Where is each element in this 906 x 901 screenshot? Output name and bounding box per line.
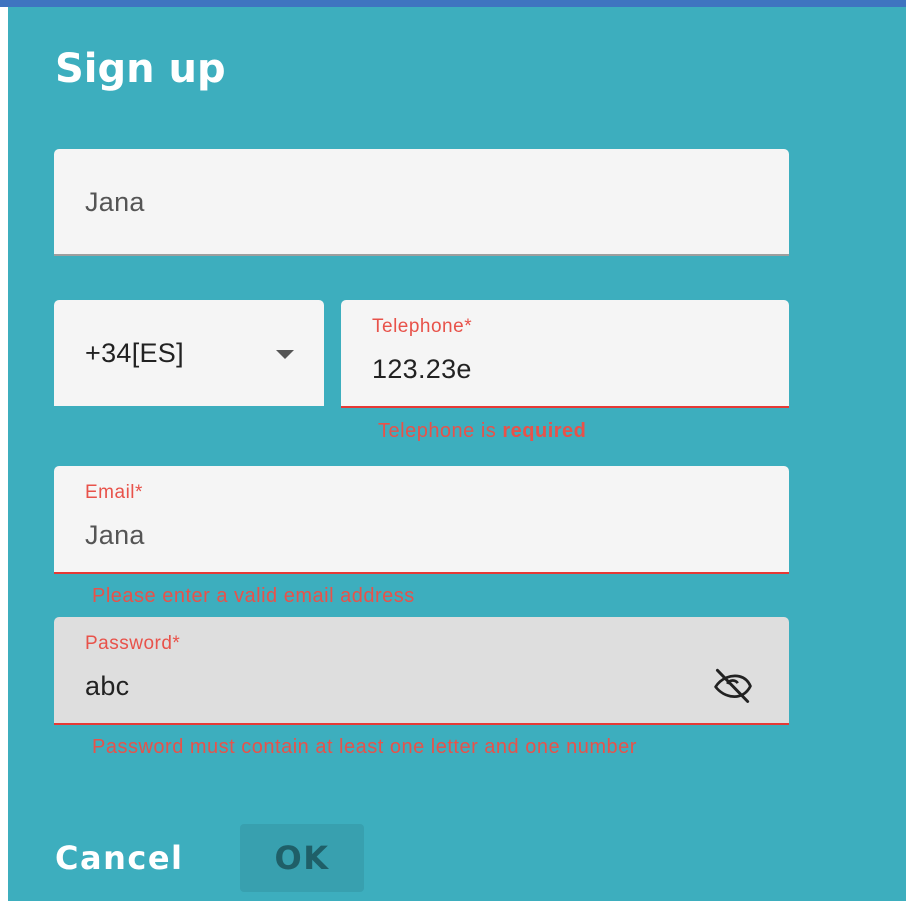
email-value: Jana: [85, 520, 145, 550]
country-code-select[interactable]: +34[ES]: [54, 300, 324, 406]
telephone-value: 123.23e: [372, 354, 472, 384]
email-label: Email*: [85, 482, 143, 503]
email-error: Please enter a valid email address: [92, 585, 415, 607]
email-field[interactable]: Email* Jana: [54, 466, 789, 574]
telephone-error-emphasis: required: [502, 420, 587, 442]
password-field[interactable]: Password* abc: [54, 617, 789, 725]
name-field[interactable]: Jana: [54, 149, 789, 256]
cancel-button[interactable]: Cancel: [55, 834, 184, 882]
telephone-field[interactable]: Telephone* 123.23e: [341, 300, 789, 408]
country-code-value: +34[ES]: [85, 338, 184, 368]
telephone-error: Telephone is required: [378, 419, 586, 443]
signup-dialog: Sign up Jana +34[ES] Telephone* 123.23e …: [8, 7, 906, 901]
telephone-label: Telephone*: [372, 316, 473, 337]
name-value: Jana: [85, 187, 145, 217]
telephone-error-prefix: Telephone is: [378, 420, 503, 442]
window-top-border: [0, 0, 906, 7]
password-error: Password must contain at least one lette…: [92, 736, 637, 758]
password-label: Password*: [85, 633, 181, 654]
ok-button[interactable]: OK: [240, 824, 364, 892]
password-value: abc: [85, 671, 130, 701]
eye-off-icon[interactable]: [711, 663, 755, 707]
dialog-title: Sign up: [55, 46, 226, 92]
chevron-down-icon[interactable]: [276, 350, 294, 359]
